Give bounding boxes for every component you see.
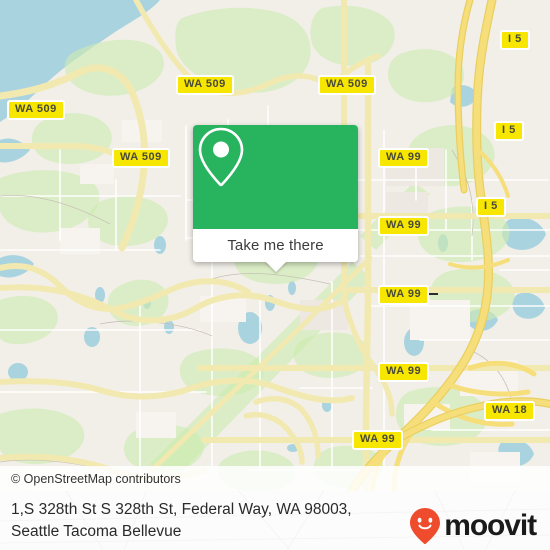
- map-attribution-text[interactable]: © OpenStreetMap contributors: [0, 472, 181, 486]
- road-shield[interactable]: WA 99: [378, 362, 430, 382]
- footer-address-line1: 1,S 328th St S 328th St, Federal Way, WA…: [11, 500, 352, 518]
- road-shield[interactable]: I 5: [494, 121, 524, 141]
- road-shield[interactable]: WA 509: [318, 75, 376, 95]
- card-tail: [264, 261, 287, 272]
- map-attribution-bar: © OpenStreetMap contributors: [0, 466, 550, 491]
- road-shield[interactable]: WA 509: [112, 148, 170, 168]
- take-me-there-card[interactable]: Take me there: [193, 125, 358, 272]
- road-shield[interactable]: I 5: [500, 30, 530, 50]
- moovit-logo[interactable]: moovit: [409, 507, 537, 545]
- road-shield[interactable]: WA 99: [378, 216, 430, 236]
- card-action-label: Take me there: [227, 237, 324, 254]
- road-shield[interactable]: WA 509: [176, 75, 234, 95]
- moovit-smiley-pin-icon: [410, 508, 441, 545]
- road-shield[interactable]: WA 99: [378, 285, 430, 305]
- map-canvas[interactable]: .wtr{fill:#AAD3E0} .prk{fill:#CDEBB0;opa…: [0, 0, 550, 491]
- road-shield[interactable]: WA 18: [484, 401, 536, 421]
- card-action[interactable]: Take me there: [193, 229, 358, 272]
- footer-bar: 1,S 328th St S 328th St, Federal Way, WA…: [0, 491, 550, 550]
- road-shield[interactable]: WA 99: [378, 148, 430, 168]
- road-shield[interactable]: WA 509: [7, 100, 65, 120]
- footer-address-line2: Seattle Tacoma Bellevue: [11, 522, 182, 540]
- moovit-wordmark: moovit: [444, 509, 537, 542]
- road-shield[interactable]: WA 99: [352, 430, 404, 450]
- location-pin-icon: [198, 127, 244, 187]
- footer-address: 1,S 328th St S 328th St, Federal Way, WA…: [0, 499, 391, 543]
- road-shield[interactable]: I 5: [476, 197, 506, 217]
- card-hero: [193, 125, 358, 229]
- moovit-map-screen: .wtr{fill:#AAD3E0} .prk{fill:#CDEBB0;opa…: [0, 0, 550, 550]
